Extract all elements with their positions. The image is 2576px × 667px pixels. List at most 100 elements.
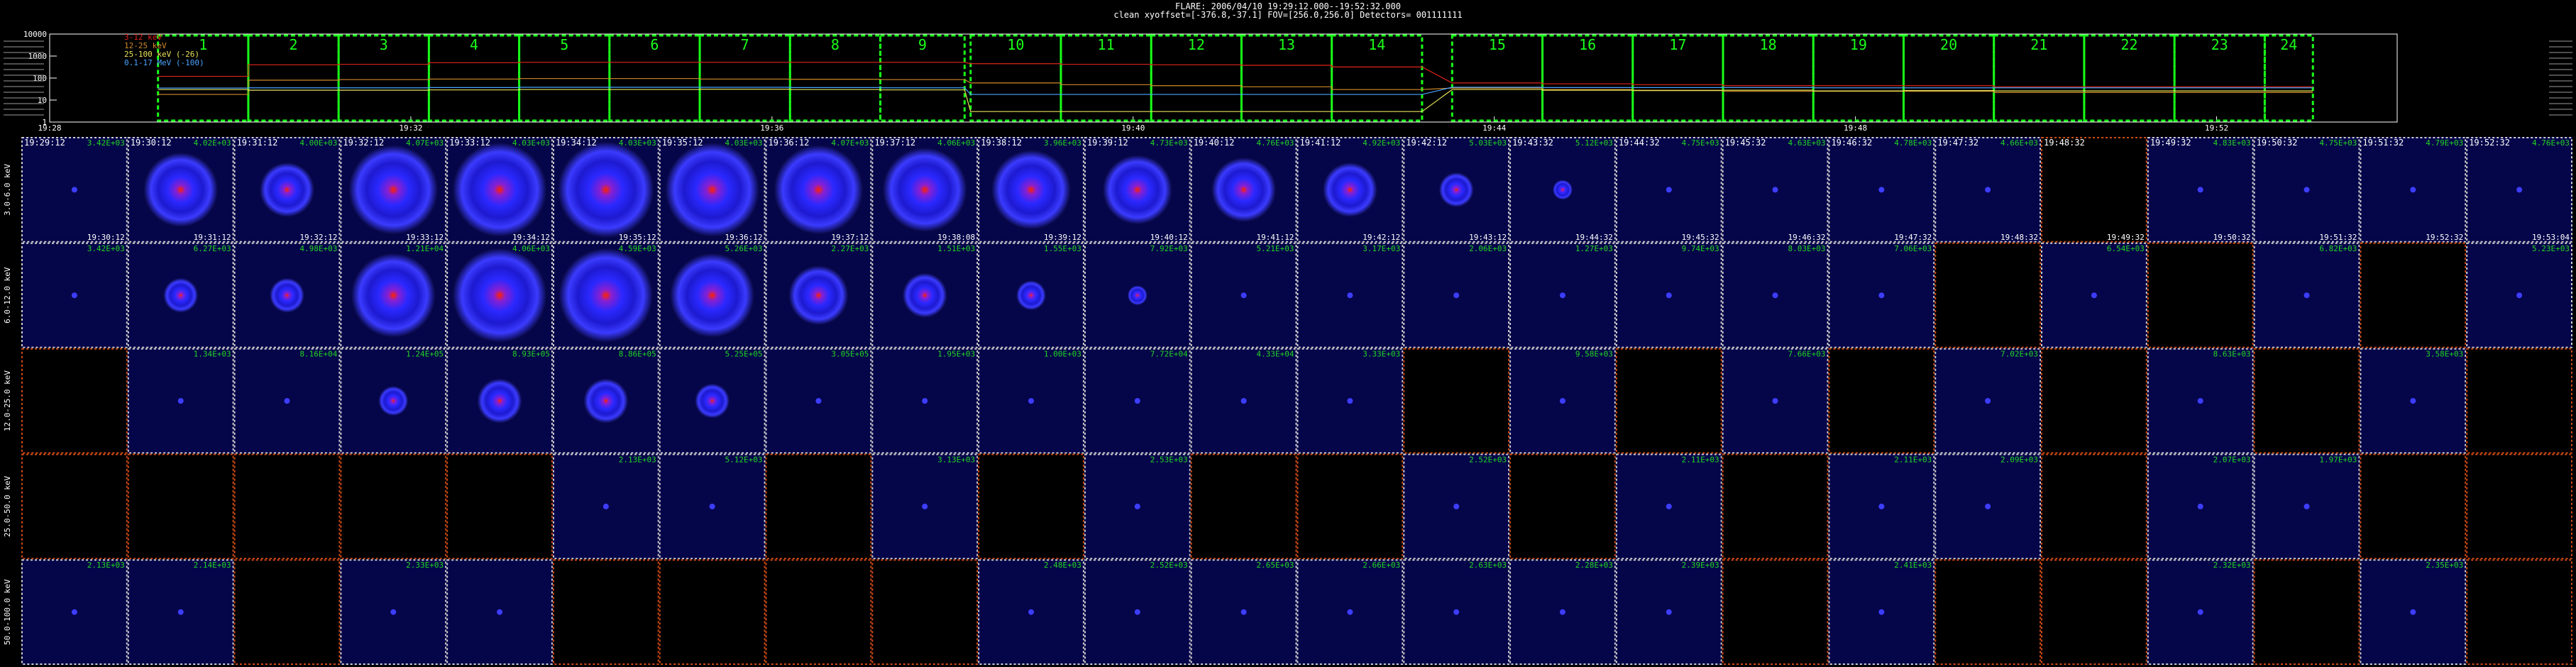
image-cell — [659, 559, 766, 666]
cell-background — [233, 453, 341, 560]
time-end-label: 19:32:12 — [299, 233, 337, 242]
time-end-label: 19:48:32 — [2000, 233, 2038, 242]
flare-image — [1211, 157, 1277, 222]
interval-number: 16 — [1579, 36, 1596, 53]
image-cell — [1934, 242, 2042, 348]
image-cell: 2.13E+03 — [21, 559, 128, 666]
image-cell — [2041, 348, 2147, 454]
interval-number: 22 — [2121, 36, 2138, 53]
flare-image — [1127, 285, 1147, 306]
cell-peak-value: 1.24E+05 — [406, 350, 444, 359]
interval-boxes: 1 2 3 4 5 6 7 8 9 10 11 12 13 14 15 16 17 18 19 20 21 22 23 24 — [157, 34, 2314, 122]
time-start-label: 19:43:32 — [1512, 138, 1553, 148]
flare-image — [882, 147, 967, 232]
cell-peak-value: 2.06E+03 — [1469, 244, 1507, 253]
image-cell: 5.25E+05 — [659, 348, 766, 454]
cell-peak-value: 2.11E+03 — [1682, 455, 1719, 464]
interval-number: 18 — [1760, 36, 1777, 53]
cell-peak-value: 1.21E+04 — [406, 244, 444, 253]
cell-peak-value: 6.54E+03 — [2107, 244, 2145, 253]
cell-peak-value: 5.12E+03 — [725, 455, 763, 464]
image-cell: 3.05E+05 — [765, 348, 872, 454]
image-cell: 7.92E+03 — [1084, 242, 1191, 348]
flare-image — [558, 141, 654, 238]
image-cell — [2466, 453, 2572, 560]
image-cell: 4.92E+03 19:41:12 19:42:12 — [1297, 137, 1404, 243]
flare-image — [665, 142, 760, 237]
cell-background — [340, 453, 447, 560]
cell-background — [1828, 348, 1935, 454]
image-cell: 4.06E+03 19:37:12 19:38:08 — [871, 137, 979, 243]
flare-image — [452, 248, 547, 343]
image-cell — [765, 559, 872, 666]
time-end-label: 19:53:04 — [2532, 233, 2570, 242]
flare-source-dot — [1666, 187, 1672, 193]
cell-peak-value: 4.98E+03 — [299, 244, 337, 253]
cell-peak-value: 3.05E+05 — [831, 350, 869, 359]
image-cell: 5.26E+03 — [659, 242, 766, 348]
interval-number: 9 — [918, 36, 927, 53]
image-cell: 5.03E+03 19:42:12 19:43:12 — [1403, 137, 1510, 243]
time-end-label: 19:50:32 — [2213, 233, 2251, 242]
y-tick-label: 1000 — [28, 52, 48, 61]
cell-peak-value: 4.92E+03 — [1363, 138, 1400, 148]
interval-number: 7 — [741, 36, 749, 53]
image-cell: 1.21E+04 — [340, 242, 447, 348]
cell-peak-value: 2.11E+03 — [1894, 455, 1932, 464]
image-cell: 2.66E+03 — [1297, 559, 1404, 666]
image-cell — [871, 559, 979, 666]
interval-number: 4 — [470, 36, 478, 53]
series-line-2 — [158, 89, 2313, 112]
flare-source-dot — [1453, 609, 1460, 615]
cell-peak-value: 1.51E+03 — [937, 244, 975, 253]
y-tick-label: 10000 — [23, 30, 47, 39]
cell-peak-value: 2.13E+03 — [619, 455, 656, 464]
flare-image — [991, 150, 1071, 230]
image-cell: 4.07E+03 19:36:12 19:37:12 — [765, 137, 872, 243]
time-start-label: 19:49:32 — [2150, 138, 2191, 148]
flare-source-dot — [1878, 503, 1885, 509]
flare-source-dot — [2303, 503, 2310, 509]
time-end-label: 19:34:12 — [512, 233, 550, 242]
cell-peak-value: 1.97E+03 — [2319, 455, 2357, 464]
flare-source-dot — [2410, 398, 2416, 404]
interval-number: 2 — [289, 36, 297, 53]
flare-image — [477, 378, 522, 424]
cell-background — [1722, 559, 1829, 665]
time-start-label: 19:40:12 — [1194, 138, 1235, 148]
image-cell: 6.54E+03 — [2041, 242, 2147, 348]
flare-image — [143, 152, 219, 227]
image-cell: 1.55E+03 — [978, 242, 1084, 348]
cell-peak-value: 2.52E+03 — [1150, 561, 1188, 570]
flare-source-dot — [2516, 187, 2523, 193]
cell-peak-value: 2.07E+03 — [2213, 455, 2251, 464]
cell-background — [978, 453, 1084, 560]
interval-number: 20 — [1940, 36, 1957, 53]
image-cell — [978, 453, 1084, 560]
flare-source-dot — [1134, 503, 1140, 509]
cell-background — [765, 559, 872, 665]
flare-source-dot — [1878, 609, 1885, 615]
interval-number: 5 — [560, 36, 568, 53]
image-cell: 4.75E+03 19:44:32 19:45:32 — [1615, 137, 1722, 243]
cell-peak-value: 8.93E+05 — [512, 350, 550, 359]
cell-background — [2360, 453, 2467, 560]
flare-source-dot — [1772, 292, 1778, 299]
flare-source-dot — [1559, 398, 1565, 404]
image-cell — [127, 453, 234, 560]
image-cell: 4.33E+04 — [1190, 348, 1297, 454]
time-end-label: 19:31:12 — [194, 233, 231, 242]
flare-source-dot — [71, 187, 77, 193]
image-cell — [446, 453, 553, 560]
cell-peak-value: 6.27E+03 — [194, 244, 231, 253]
cell-background — [2041, 453, 2147, 560]
interval-number: 19 — [1850, 36, 1867, 53]
cell-peak-value: 9.58E+03 — [1575, 350, 1613, 359]
cell-peak-value: 4.75E+03 — [2319, 138, 2357, 148]
interval-number: 6 — [650, 36, 659, 53]
image-cell: 7.06E+03 — [1828, 242, 1935, 348]
image-cell — [2466, 348, 2572, 454]
cell-peak-value: 4.02E+03 — [194, 138, 231, 148]
time-start-label: 19:41:12 — [1300, 138, 1341, 148]
cell-peak-value: 5.26E+03 — [725, 244, 763, 253]
